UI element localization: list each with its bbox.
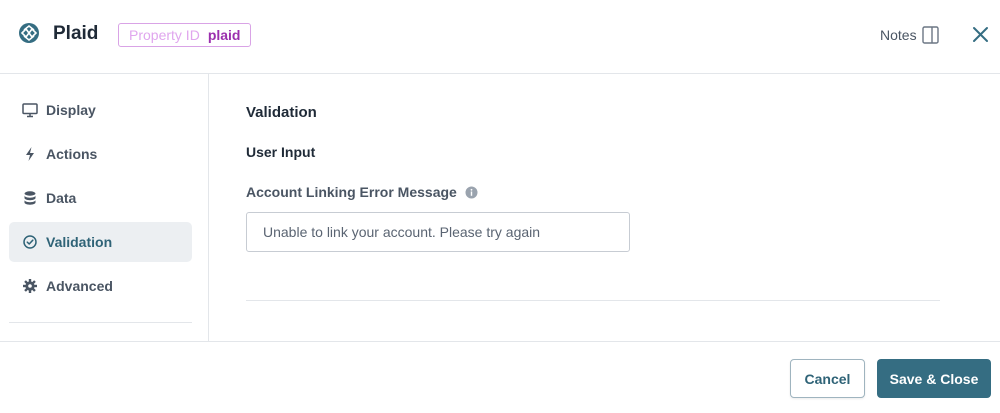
sidebar-item-advanced[interactable]: Advanced [9,266,192,306]
gear-icon [22,278,38,294]
modal-header: Plaid Property ID plaid Notes [0,0,1000,74]
info-icon[interactable] [465,186,478,199]
property-id-badge: Property ID plaid [118,23,252,47]
cancel-button[interactable]: Cancel [790,359,865,398]
section-title: Validation [246,104,317,121]
sidebar-item-label: Data [46,190,77,206]
sidebar-item-label: Display [46,102,96,118]
error-message-input[interactable] [246,212,630,252]
notes-label[interactable]: Notes [880,27,917,43]
sidebar-divider [9,322,192,323]
database-icon [22,190,38,206]
property-id-value: plaid [207,27,241,43]
check-circle-icon [22,234,38,250]
close-icon[interactable] [972,26,989,43]
page-title: Plaid [53,23,99,44]
bolt-icon [22,146,38,162]
sidebar-item-validation[interactable]: Validation [9,222,192,262]
field-label-text: Account Linking Error Message [246,184,457,200]
subsection-title: User Input [246,144,316,160]
sidebar-item-actions[interactable]: Actions [9,134,192,174]
sidebar-item-label: Actions [46,146,98,162]
save-close-button[interactable]: Save & Close [877,359,991,398]
main-panel: Validation User Input Account Linking Er… [209,74,1000,341]
modal-footer: Cancel Save & Close [0,341,1000,413]
section-divider [246,300,940,301]
field-label: Account Linking Error Message [246,184,478,200]
sidebar-item-display[interactable]: Display [9,90,192,130]
monitor-icon [22,102,38,118]
panel-icon[interactable] [922,26,939,44]
sidebar-item-label: Advanced [46,278,113,294]
sidebar: Display Actions Data Validation Advanced [0,74,209,341]
plaid-logo-icon [19,23,39,43]
sidebar-item-label: Validation [46,234,113,250]
property-id-label: Property ID [129,27,200,43]
sidebar-item-data[interactable]: Data [9,178,192,218]
